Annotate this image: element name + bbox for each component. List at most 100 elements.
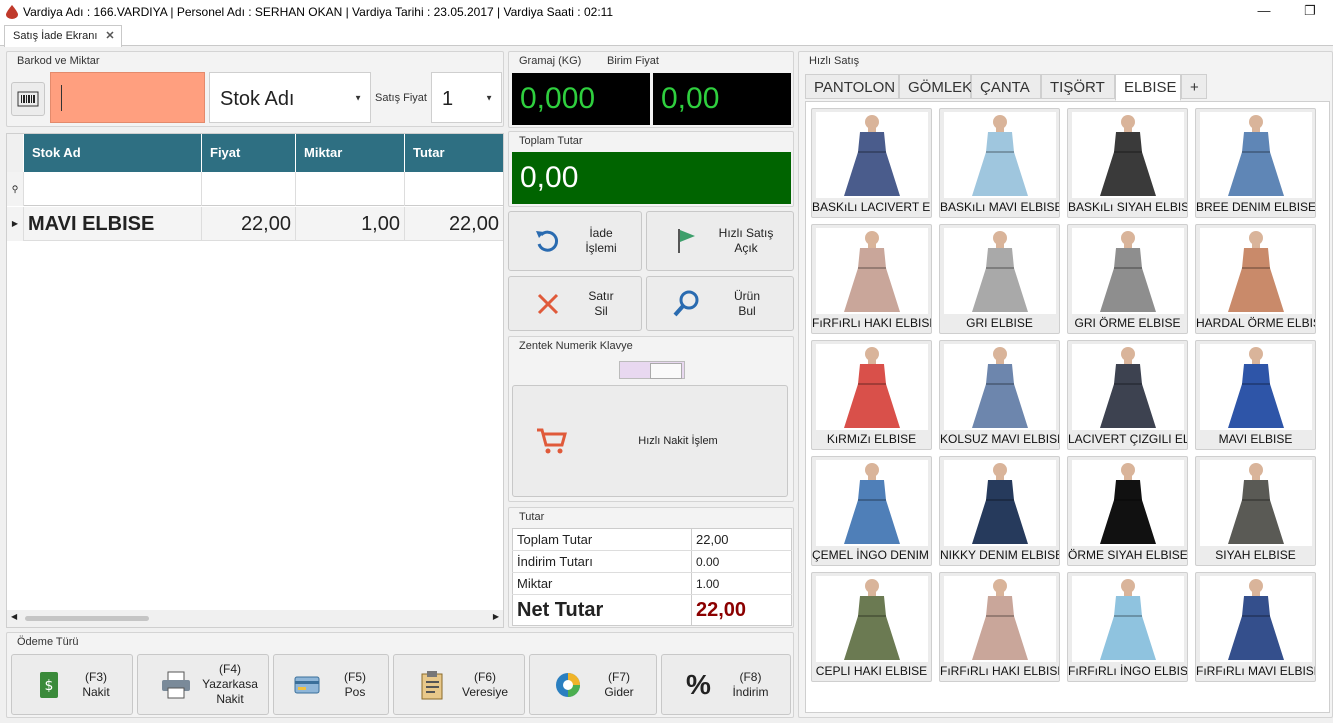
pay-label-2: Nakit [216,692,244,706]
product-name: BREE DENIM ELBISE [1196,200,1316,214]
pay-key: (F4) [219,662,241,676]
product-tile[interactable]: SIYAH ELBISE [1195,456,1316,566]
money-icon: $ [40,671,58,698]
product-tile[interactable]: BASKıLı MAVI ELBISE [939,108,1060,218]
cell-stok-ad: MAVI ELBISE [24,207,202,241]
grid-header: Stok Ad Fiyat Miktar Tutar [7,134,503,172]
scroll-right-icon[interactable]: ▶ [493,612,499,621]
product-name: FıRFıRLı İNGO ELBISE [1068,664,1188,678]
product-tile[interactable]: MAVI ELBISE [1195,340,1316,450]
filter-row[interactable]: ⚲ [7,172,503,206]
summary-group-label: Tutar [519,511,545,523]
quick-sale-label-2: Açık [734,241,758,255]
product-image [816,112,928,198]
scroll-left-icon[interactable]: ◀ [11,612,17,621]
restore-button[interactable]: ❐ [1287,0,1333,24]
product-tile[interactable]: HARDAL ÖRME ELBISE [1195,224,1316,334]
delete-row-button[interactable]: Satır Sil [508,276,642,331]
keypad-toggle[interactable] [619,361,685,379]
summary-row: Toplam Tutar 22,00 [512,528,792,551]
product-tile[interactable]: FıRFıRLı HAKI ELBISE [811,224,932,334]
quick-cash-button[interactable]: Hızlı Nakit İşlem [512,385,788,497]
close-tab-icon[interactable]: ✕ [105,26,114,47]
pay-expense-button[interactable]: (F7) Gider [529,654,657,715]
tab-gomlek[interactable]: GÖMLEK [899,74,972,99]
product-tile[interactable]: KıRMıZı ELBISE [811,340,932,450]
stock-name-select[interactable]: Stok Adı ▼ [209,72,371,123]
product-tile[interactable]: BREE DENIM ELBISE [1195,108,1316,218]
product-name: MAVI ELBISE [1218,432,1293,446]
summary-value: 22,00 [691,528,792,551]
printer-icon [162,671,190,698]
total-group: Toplam Tutar 0,00 [508,131,794,207]
product-tile[interactable]: CEPLI HAKI ELBISE [811,572,932,682]
product-name: KOLSUZ MAVI ELBISE [940,432,1060,446]
product-tile[interactable]: GRI ÖRME ELBISE [1067,224,1188,334]
tab-elbise[interactable]: ELBISE [1115,74,1181,101]
product-image [1200,112,1312,198]
product-tile[interactable]: KOLSUZ MAVI ELBISE [939,340,1060,450]
add-tab-button[interactable]: + [1181,74,1207,99]
pay-label: İndirim [732,684,769,699]
chevron-down-icon: ▼ [485,93,493,102]
product-name: HARDAL ÖRME ELBISE [1196,316,1316,330]
product-tile[interactable]: BASKıLı SIYAH ELBISE [1067,108,1188,218]
sale-price-label: Satış Fiyat [375,92,427,104]
pay-discount-button[interactable]: % (F8) İndirim [661,654,791,715]
product-image [944,112,1056,198]
col-fiyat[interactable]: Fiyat [202,134,296,172]
horizontal-scrollbar[interactable]: ◀ ▶ [7,610,503,627]
scroll-thumb[interactable] [25,616,149,621]
col-miktar[interactable]: Miktar [296,134,405,172]
product-tile[interactable]: NIKKY DENIM ELBISE [939,456,1060,566]
tab-canta[interactable]: ÇANTA [971,74,1041,99]
product-name: BASKıLı LACIVERT ELBISE [812,200,931,214]
product-tile[interactable]: LACIVERT ÇIZGILI ELBISE [1067,340,1188,450]
product-name: ÖRME SIYAH ELBISE [1068,548,1188,562]
quantity-select[interactable]: 1 ▼ [431,72,502,123]
cell-tutar: 22,00 [448,213,499,235]
pay-credit-button[interactable]: (F6) Veresiye [393,654,525,715]
tab-pantolon[interactable]: PANTOLON [805,74,899,99]
product-tile[interactable]: GRI ELBISE [939,224,1060,334]
title-bar: Vardiya Adı : 166.VARDIYA | Personel Adı… [0,0,1333,24]
flag-icon [678,229,695,253]
table-row[interactable]: ▶ MAVI ELBISE 22,00 1,00 22,00 [7,207,503,241]
product-tile[interactable]: ÖRME SIYAH ELBISE [1067,456,1188,566]
product-area: BASKıLı LACIVERT ELBISE BASKıLı MAVI ELBI… [805,101,1330,713]
quick-sale-toggle-button[interactable]: Hızlı Satış Açık [646,211,794,271]
tab-satis-iade[interactable]: Satış İade Ekranı ✕ [4,25,122,47]
barcode-scan-button[interactable] [11,82,45,116]
product-name: BASKıLı MAVI ELBISE [940,200,1060,214]
return-button[interactable]: İade İşlemi [508,211,642,271]
barcode-input[interactable] [50,72,205,123]
col-stok-ad[interactable]: Stok Ad [24,134,202,172]
find-product-button[interactable]: Ürün Bul [646,276,794,331]
pay-cash-register-button[interactable]: (F4) Yazarkasa Nakit [137,654,269,715]
product-tile[interactable]: BASKıLı LACIVERT ELBISE [811,108,932,218]
product-tile[interactable]: FıRFıRLı MAVI ELBISE [1195,572,1316,682]
keypad-group-label: Zentek Numerik Klavye [519,340,633,352]
minimize-button[interactable]: — [1241,0,1287,24]
product-image [816,344,928,430]
product-image [1072,112,1184,198]
shopping-cart-icon [537,428,567,454]
tab-tisort[interactable]: TIŞÖRT [1041,74,1115,99]
pay-pos-button[interactable]: (F5) Pos [273,654,389,715]
col-tutar[interactable]: Tutar [405,134,503,172]
delete-row-label-2: Sil [594,303,608,318]
product-tile[interactable]: FıRFıRLı HAKI ELBISE [939,572,1060,682]
quick-cash-label: Hızlı Nakit İşlem [638,434,718,447]
weight-display: 0,000 [512,73,650,125]
product-name: FıRFıRLı HAKI ELBISE [812,316,932,330]
product-image [944,344,1056,430]
product-tile[interactable]: ÇEMEL İNGO DENIM ELBISE [811,456,932,566]
net-total-label: Net Tutar [512,594,692,626]
net-total-value: 22,00 [696,598,747,621]
product-image [944,460,1056,546]
product-image [944,228,1056,314]
product-image [1200,228,1312,314]
scale-group: Gramaj (KG) Birim Fiyat 0,000 0,00 [508,51,794,128]
pay-cash-button[interactable]: $ (F3) Nakit [11,654,133,715]
product-tile[interactable]: FıRFıRLı İNGO ELBISE [1067,572,1188,682]
